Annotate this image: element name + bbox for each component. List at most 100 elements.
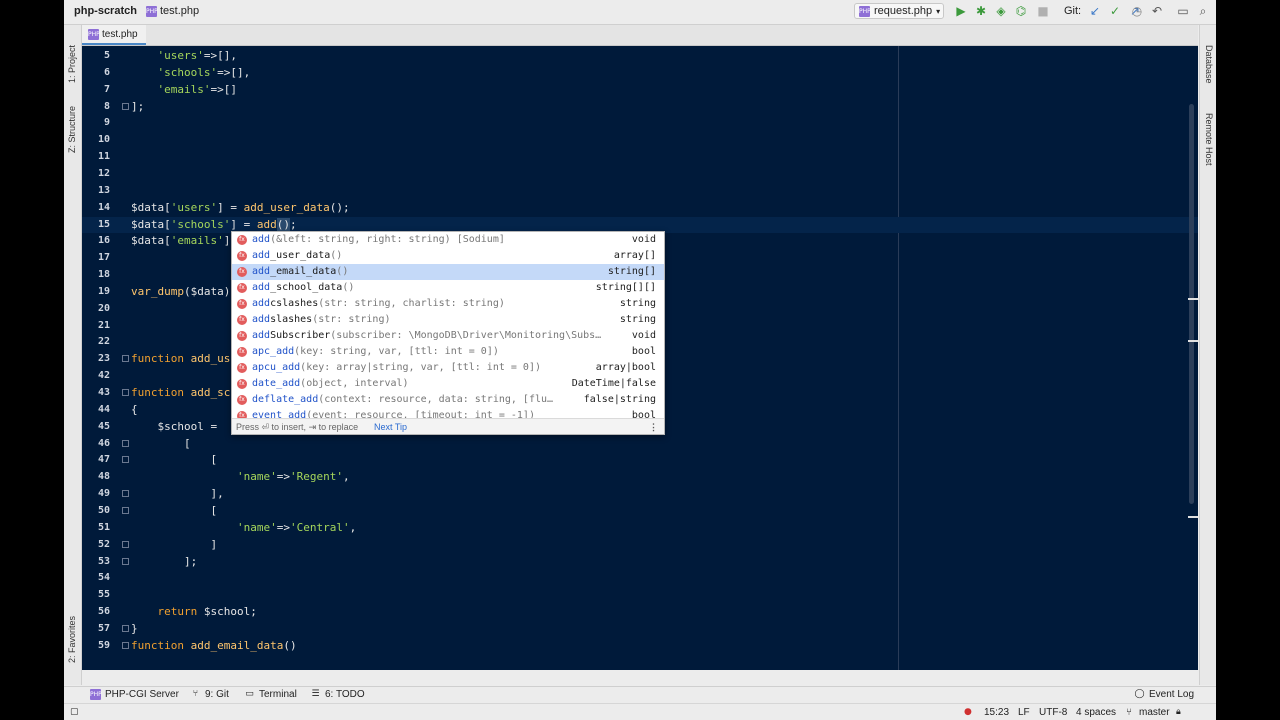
code-line[interactable]: 50 [ — [82, 503, 1198, 519]
caret-position[interactable]: 15:23 — [984, 707, 1009, 718]
fold-marker-icon[interactable] — [122, 506, 129, 514]
run-configuration-select[interactable]: PHP request.php ▾ — [854, 3, 944, 19]
git-branch[interactable]: master — [1139, 707, 1170, 718]
function-icon: fx — [237, 299, 247, 309]
completion-return-type: string — [619, 298, 656, 309]
search-everywhere-icon[interactable]: ⌕ — [1196, 4, 1210, 18]
fold-marker-icon[interactable] — [122, 540, 129, 548]
code-line[interactable]: 7 'emails'=>[] — [82, 82, 1198, 98]
inspection-error-icon[interactable]: ● — [964, 707, 972, 717]
fold-marker-icon[interactable] — [122, 641, 129, 649]
function-icon: fx — [237, 251, 247, 261]
fold-marker-icon[interactable] — [122, 557, 129, 565]
code-line[interactable]: 8]; — [82, 99, 1198, 115]
code-line[interactable]: 53 ]; — [82, 554, 1198, 570]
code-line[interactable]: 49 ], — [82, 486, 1198, 502]
completion-item[interactable]: fx deflate_add(context: resource, data: s… — [232, 392, 664, 408]
code-text: [ — [131, 503, 218, 517]
line-number: 55 — [97, 589, 110, 601]
fold-marker-icon[interactable] — [122, 102, 129, 110]
completion-signature: add_user_data() — [252, 250, 343, 261]
completion-item[interactable]: fx add_user_data() array[] — [232, 248, 664, 264]
fold-marker-icon[interactable] — [122, 439, 129, 447]
code-line[interactable]: 11 — [82, 149, 1198, 165]
structure-tool-button[interactable]: Z: Structure — [67, 106, 77, 153]
line-separator[interactable]: LF — [1018, 707, 1030, 718]
todo-tool-button[interactable]: ☰ 6: TODO — [310, 689, 364, 700]
git-tool-button[interactable]: ⑂ 9: Git — [190, 689, 229, 700]
fold-marker-icon[interactable] — [122, 389, 129, 396]
fold-marker-icon[interactable] — [122, 490, 129, 498]
code-line[interactable]: 5 'users'=>[], — [82, 48, 1198, 64]
breadcrumb-file[interactable]: PHP test.php — [146, 5, 199, 17]
stop-icon[interactable]: ■ — [1036, 4, 1050, 18]
code-line[interactable]: 57} — [82, 621, 1198, 637]
code-line[interactable]: 59 function add_email_data() — [82, 638, 1198, 654]
lock-icon[interactable]: 🔒︎ — [1176, 707, 1181, 717]
code-line[interactable]: 54 — [82, 570, 1198, 586]
clock-icon[interactable]: ◷ — [1130, 4, 1144, 18]
completion-item[interactable]: fx addslashes(str: string) string — [232, 312, 664, 328]
file-encoding[interactable]: UTF-8 — [1039, 707, 1067, 718]
code-line[interactable]: 48 'name'=>'Regent', — [82, 469, 1198, 485]
favorites-tool-button[interactable]: 2: Favorites — [67, 616, 77, 663]
more-options-icon[interactable]: ⋮ — [649, 419, 658, 434]
completion-item[interactable]: fx addcslashes(str: string, charlist: str… — [232, 296, 664, 312]
toggle-tool-windows-icon[interactable]: ▢ — [70, 707, 79, 717]
profile-icon[interactable]: ⌬ — [1014, 4, 1028, 18]
completion-item[interactable]: fx add(&left: string, right: string) [Sod… — [232, 232, 664, 248]
completion-item[interactable]: fx apc_add(key: string, var, [ttl: int = … — [232, 344, 664, 360]
code-line[interactable]: 14 $data['users'] = add_user_data(); — [82, 200, 1198, 216]
line-number: 7 — [103, 83, 110, 95]
fold-marker-icon[interactable] — [122, 456, 129, 464]
event-log-button[interactable]: ◯ Event Log — [1134, 689, 1194, 700]
php-cgi-server-button[interactable]: PHP PHP-CGI Server — [90, 689, 179, 700]
code-line[interactable]: 47 [ — [82, 452, 1198, 468]
completion-item[interactable]: fx apcu_add(key: array|string, var, [ttl:… — [232, 360, 664, 376]
breadcrumb-project[interactable]: php-scratch — [74, 5, 137, 17]
code-text: $data['users'] = add_user_data(); — [131, 200, 350, 214]
code-text: ]; — [131, 99, 145, 113]
fold-marker-icon[interactable] — [122, 624, 129, 632]
git-update-icon[interactable]: ↙ — [1088, 4, 1102, 18]
next-tip-link[interactable]: Next Tip — [374, 419, 407, 434]
run-icon[interactable]: ▶ — [954, 4, 968, 18]
completion-item[interactable]: fx date_add(object, interval) DateTime|fal… — [232, 376, 664, 392]
fold-marker-icon[interactable] — [122, 355, 129, 363]
tab-test-php[interactable]: PHP test.php — [82, 25, 146, 45]
code-line[interactable]: 6 'schools'=>[], — [82, 65, 1198, 81]
code-line[interactable]: 10 — [82, 132, 1198, 148]
window-icon[interactable]: ▭ — [1176, 4, 1190, 18]
code-line[interactable]: 55 — [82, 587, 1198, 603]
code-line[interactable]: 52 ] — [82, 537, 1198, 553]
terminal-tool-button[interactable]: ▭ Terminal — [244, 689, 297, 700]
code-completion-popup: fx add(&left: string, right: string) [Sod… — [231, 231, 665, 435]
code-line[interactable]: 51 'name'=>'Central', — [82, 520, 1198, 536]
error-stripe-marker[interactable] — [1188, 298, 1198, 300]
remote-host-tool-button[interactable]: Remote Host — [1204, 113, 1214, 166]
code-line[interactable]: 9 — [82, 115, 1198, 131]
indent-setting[interactable]: 4 spaces — [1076, 707, 1116, 718]
error-stripe-marker[interactable] — [1188, 516, 1198, 518]
event-log-label: Event Log — [1149, 689, 1195, 700]
git-label: Git: — [1064, 5, 1082, 17]
editor-scrollbar[interactable] — [1189, 104, 1194, 504]
rollback-icon[interactable]: ↶ — [1150, 4, 1164, 18]
completion-item[interactable]: fx add_school_data() string[][] — [232, 280, 664, 296]
coverage-icon[interactable]: ◈ — [994, 4, 1008, 18]
completion-item[interactable]: fx addSubscriber(subscriber: \MongoDB\Dri… — [232, 328, 664, 344]
code-line[interactable]: 12 — [82, 166, 1198, 182]
debug-icon[interactable]: ✱ — [974, 4, 988, 18]
code-line[interactable]: 13 — [82, 183, 1198, 199]
error-stripe-marker[interactable] — [1188, 340, 1198, 342]
line-number: 53 — [97, 555, 110, 567]
code-text: ], — [131, 487, 224, 501]
left-tool-stripe: 1: Project Z: Structure 2: Favorites — [64, 25, 82, 685]
project-tool-button[interactable]: 1: Project — [67, 45, 77, 83]
code-line[interactable]: 56 return $school; — [82, 604, 1198, 620]
code-line[interactable]: 46 [ — [82, 436, 1198, 452]
line-number: 49 — [97, 488, 110, 500]
database-tool-button[interactable]: Database — [1204, 45, 1214, 84]
completion-item[interactable]: fx add_email_data() string[] — [232, 264, 664, 280]
git-commit-icon[interactable]: ✓ — [1108, 4, 1122, 18]
